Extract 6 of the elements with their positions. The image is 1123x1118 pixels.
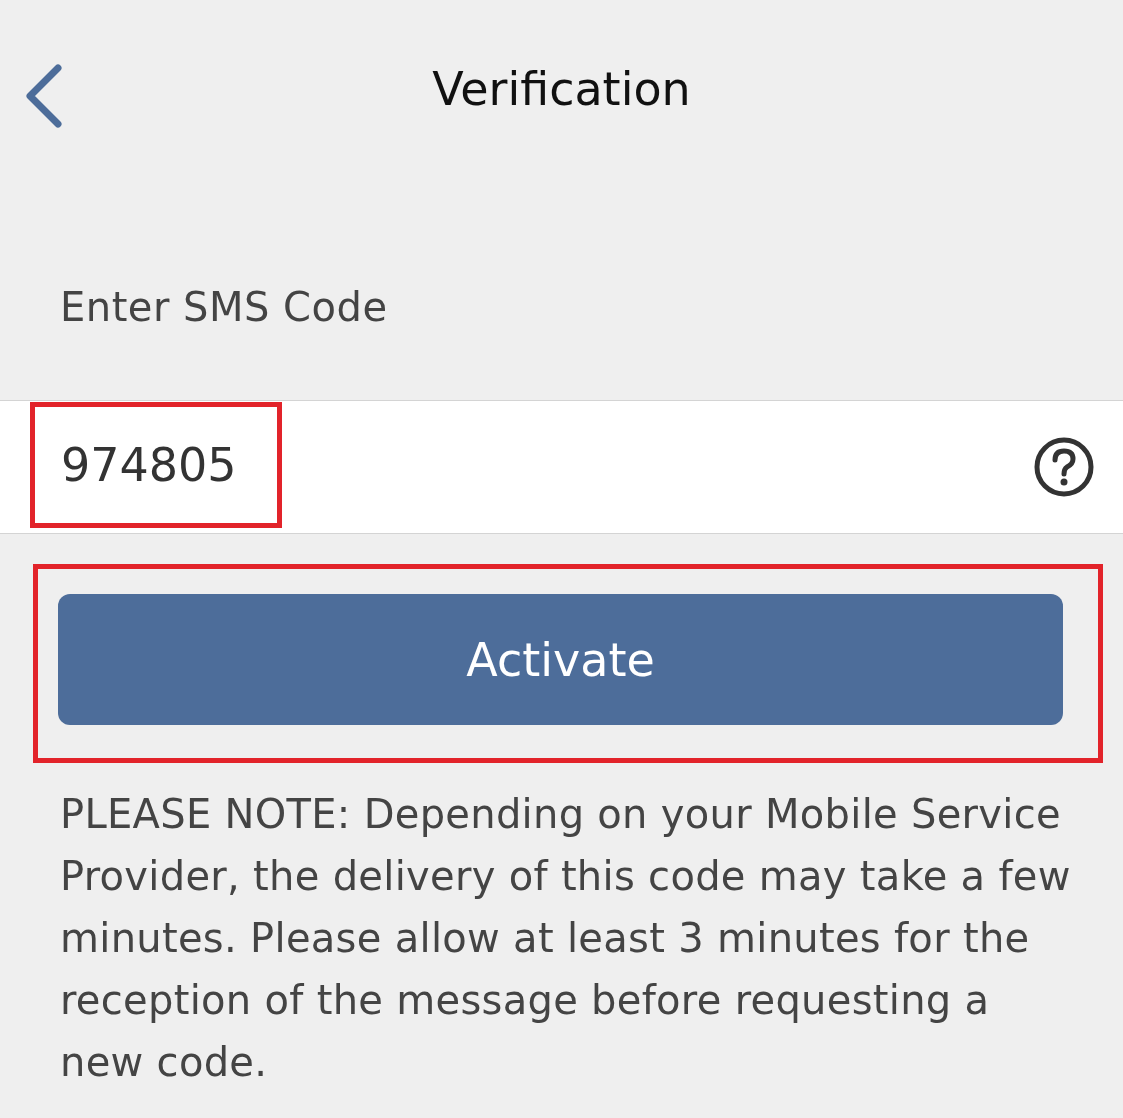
screen-title: Verification [432,62,691,116]
help-icon[interactable] [1033,436,1095,498]
note-text: PLEASE NOTE: Depending on your Mobile Service Provider, the delivery of this code may take a few minutes. Please allow at least 3 minutes for the reception of the message before requesting a new code. [60,790,1072,1087]
code-field[interactable]: 974805 [30,402,282,528]
field-label: Enter SMS Code [60,284,388,330]
activate-button[interactable]: Activate [58,594,1063,725]
